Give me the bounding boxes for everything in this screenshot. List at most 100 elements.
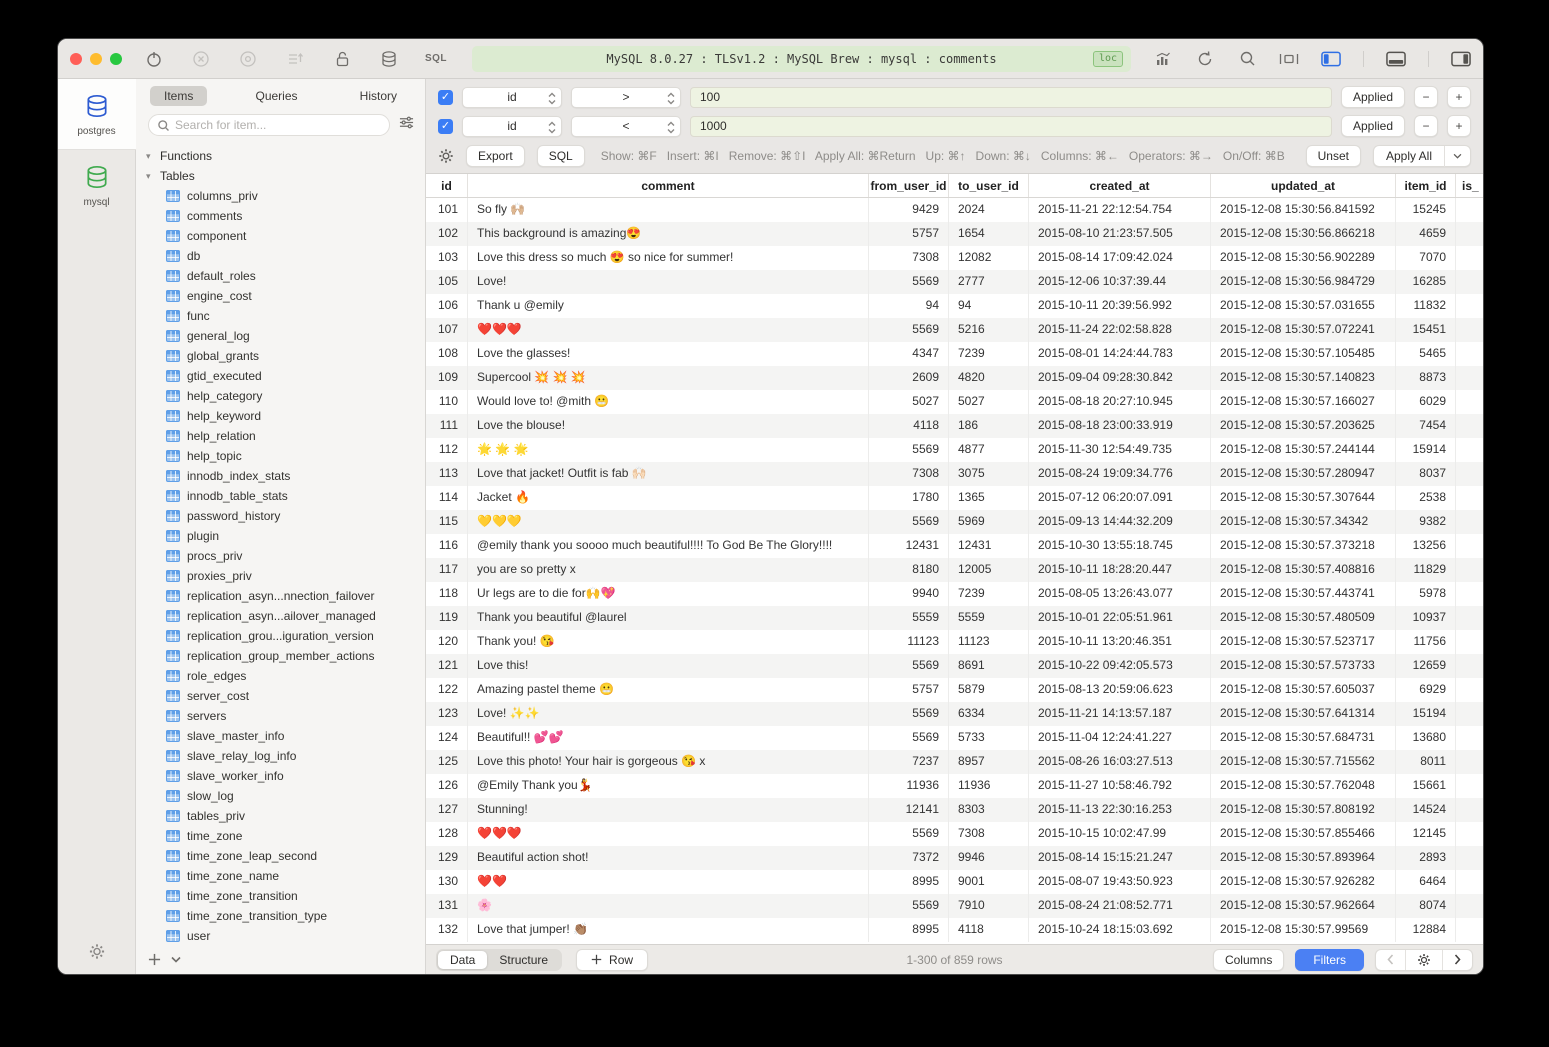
table-cell[interactable]: 2015-12-08 15:30:57.105485 [1211, 342, 1396, 366]
table-cell[interactable]: 130 [426, 870, 468, 894]
sidebar-table-item[interactable]: help_keyword [136, 406, 425, 426]
add-row-button[interactable]: Row [576, 949, 648, 971]
table-row[interactable]: 118Ur legs are to die for🙌💖994072392015-… [426, 582, 1483, 606]
sort-filter-icon[interactable] [398, 115, 415, 135]
column-header[interactable]: from_user_id [869, 174, 949, 197]
table-cell[interactable]: 5569 [869, 438, 949, 462]
table-cell[interactable]: 2015-08-18 20:27:10.945 [1029, 390, 1211, 414]
table-cell[interactable]: 7308 [869, 462, 949, 486]
table-cell[interactable]: 2015-12-08 15:30:57.408816 [1211, 558, 1396, 582]
table-cell[interactable] [1456, 726, 1483, 750]
table-cell[interactable]: Love this! [468, 654, 869, 678]
table-cell[interactable]: 2015-12-08 15:30:57.373218 [1211, 534, 1396, 558]
table-cell[interactable]: 2015-12-08 15:30:56.902289 [1211, 246, 1396, 270]
table-cell[interactable]: 7070 [1396, 246, 1456, 270]
table-cell[interactable]: 8873 [1396, 366, 1456, 390]
filter-value-input[interactable]: 1000 [690, 116, 1332, 137]
sidebar-table-item[interactable]: slow_log [136, 786, 425, 806]
table-cell[interactable]: 7239 [949, 582, 1029, 606]
table-cell[interactable]: 💛💛💛 [468, 510, 869, 534]
table-cell[interactable]: Thank you! 😘 [468, 630, 869, 654]
sidebar-table-item[interactable]: columns_priv [136, 186, 425, 206]
table-cell[interactable]: Jacket 🔥 [468, 486, 869, 510]
table-cell[interactable]: 110 [426, 390, 468, 414]
table-cell[interactable]: 94 [949, 294, 1029, 318]
table-row[interactable]: 115💛💛💛556959692015-09-13 14:44:32.209201… [426, 510, 1483, 534]
prev-page-button[interactable] [1376, 954, 1405, 965]
table-cell[interactable]: 2015-08-10 21:23:57.505 [1029, 222, 1211, 246]
table-cell[interactable]: 2015-12-08 15:30:57.443741 [1211, 582, 1396, 606]
table-cell[interactable]: 131 [426, 894, 468, 918]
table-cell[interactable]: 122 [426, 678, 468, 702]
table-cell[interactable]: 2015-12-08 15:30:57.573733 [1211, 654, 1396, 678]
table-cell[interactable] [1456, 558, 1483, 582]
table-cell[interactable]: 8995 [869, 918, 949, 942]
table-cell[interactable]: 🌸 [468, 894, 869, 918]
table-cell[interactable]: 107 [426, 318, 468, 342]
add-item-button[interactable] [148, 953, 161, 966]
column-header[interactable]: to_user_id [949, 174, 1029, 197]
add-item-menu-chevron-icon[interactable] [171, 956, 181, 963]
table-cell[interactable]: 5569 [869, 654, 949, 678]
table-cell[interactable]: 2015-11-13 22:30:16.253 [1029, 798, 1211, 822]
sidebar-table-item[interactable]: replication_grou...iguration_version [136, 626, 425, 646]
column-header[interactable]: item_id [1396, 174, 1456, 197]
table-cell[interactable]: 13680 [1396, 726, 1456, 750]
table-cell[interactable] [1456, 654, 1483, 678]
table-cell[interactable] [1456, 390, 1483, 414]
table-cell[interactable]: 2015-08-14 17:09:42.024 [1029, 246, 1211, 270]
sidebar-table-item[interactable]: engine_cost [136, 286, 425, 306]
table-cell[interactable]: 2015-12-08 15:30:57.280947 [1211, 462, 1396, 486]
table-cell[interactable]: 101 [426, 198, 468, 222]
chevron-down-icon[interactable] [1445, 151, 1470, 161]
column-header[interactable]: id [426, 174, 468, 197]
table-cell[interactable]: 2015-12-08 15:30:57.307644 [1211, 486, 1396, 510]
sidebar-table-item[interactable]: replication_asyn...nnection_failover [136, 586, 425, 606]
table-cell[interactable]: Thank u @emily [468, 294, 869, 318]
table-cell[interactable]: 103 [426, 246, 468, 270]
table-cell[interactable]: ❤️❤️❤️ [468, 822, 869, 846]
table-cell[interactable]: 6464 [1396, 870, 1456, 894]
table-cell[interactable]: 5757 [869, 222, 949, 246]
table-cell[interactable]: 2015-11-04 12:24:41.227 [1029, 726, 1211, 750]
sidebar-table-item[interactable]: help_relation [136, 426, 425, 446]
table-cell[interactable] [1456, 630, 1483, 654]
table-row[interactable]: 123Love! ✨✨556963342015-11-21 14:13:57.1… [426, 702, 1483, 726]
table-cell[interactable]: 123 [426, 702, 468, 726]
database-icon[interactable] [379, 49, 399, 69]
table-cell[interactable]: 9001 [949, 870, 1029, 894]
table-cell[interactable]: 5569 [869, 726, 949, 750]
table-cell[interactable]: 114 [426, 486, 468, 510]
table-cell[interactable]: 111 [426, 414, 468, 438]
table-cell[interactable] [1456, 774, 1483, 798]
table-cell[interactable]: 9429 [869, 198, 949, 222]
table-cell[interactable]: 126 [426, 774, 468, 798]
table-cell[interactable]: Love the blouse! [468, 414, 869, 438]
table-cell[interactable]: 10937 [1396, 606, 1456, 630]
fit-columns-icon[interactable] [1279, 49, 1299, 69]
table-cell[interactable]: Love the glasses! [468, 342, 869, 366]
table-cell[interactable] [1456, 702, 1483, 726]
table-cell[interactable]: 2015-09-13 14:44:32.209 [1029, 510, 1211, 534]
table-cell[interactable]: 8303 [949, 798, 1029, 822]
table-cell[interactable]: 7239 [949, 342, 1029, 366]
table-cell[interactable]: 2015-12-08 15:30:56.841592 [1211, 198, 1396, 222]
table-cell[interactable]: 1654 [949, 222, 1029, 246]
table-cell[interactable]: 2015-11-30 12:54:49.735 [1029, 438, 1211, 462]
table-cell[interactable]: 2015-10-11 13:20:46.351 [1029, 630, 1211, 654]
table-cell[interactable] [1456, 846, 1483, 870]
table-cell[interactable]: 2538 [1396, 486, 1456, 510]
table-cell[interactable]: 127 [426, 798, 468, 822]
search-input[interactable]: Search for item... [148, 114, 390, 136]
table-cell[interactable]: 15914 [1396, 438, 1456, 462]
table-cell[interactable] [1456, 294, 1483, 318]
table-cell[interactable]: 8180 [869, 558, 949, 582]
table-cell[interactable]: 2015-12-08 15:30:57.684731 [1211, 726, 1396, 750]
table-cell[interactable]: 2015-09-04 09:28:30.842 [1029, 366, 1211, 390]
table-cell[interactable]: 2015-10-30 13:55:18.745 [1029, 534, 1211, 558]
table-cell[interactable]: 16285 [1396, 270, 1456, 294]
filter-operator-select[interactable]: < [571, 116, 681, 137]
table-cell[interactable] [1456, 318, 1483, 342]
column-header[interactable]: updated_at [1211, 174, 1396, 197]
table-cell[interactable]: 12884 [1396, 918, 1456, 942]
